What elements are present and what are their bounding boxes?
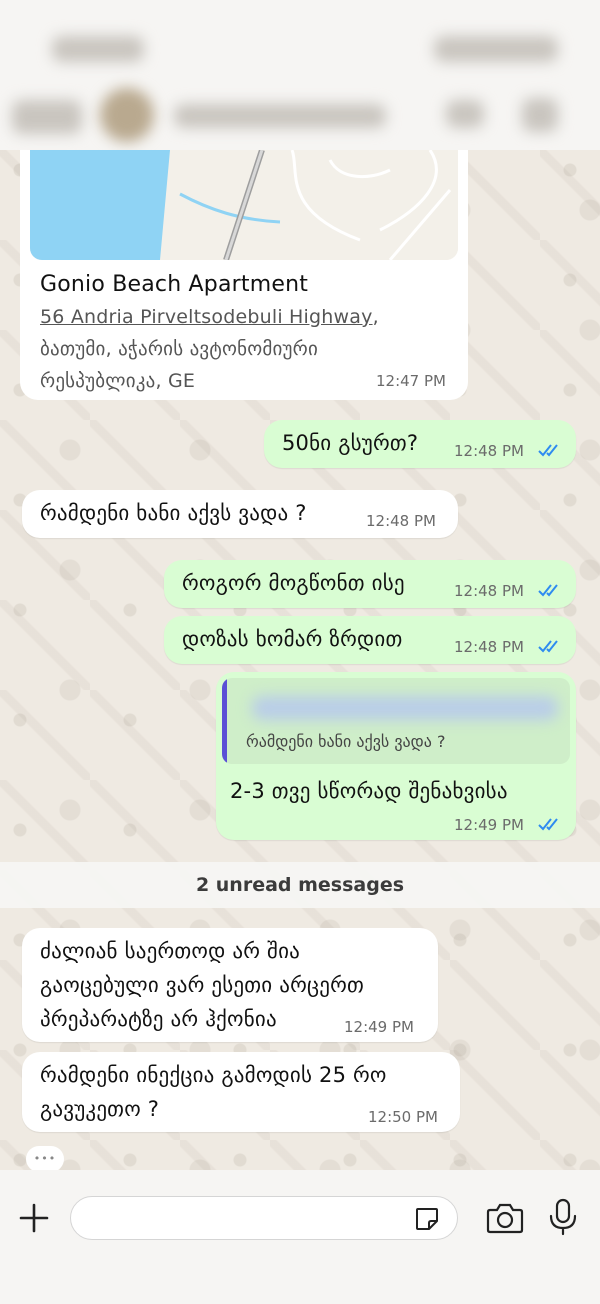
location-name: Gonio Beach Apartment	[40, 272, 309, 297]
location-map[interactable]	[30, 150, 458, 260]
unread-messages-divider: 2 unread messages	[0, 862, 600, 908]
message-text: რამდენი ხანი აქვს ვადა ?	[40, 501, 307, 525]
message-time: 12:49 PM	[454, 816, 524, 834]
double-check-icon	[538, 640, 558, 653]
plus-icon[interactable]	[18, 1202, 50, 1234]
location-address-line3: რესპუბლიკა, GE	[40, 370, 196, 392]
message-text-line: გაოცებული ვარ ესეთი არცერთ	[40, 973, 365, 997]
message-text-line: პრეპარატზე არ ჰქონია	[40, 1007, 277, 1031]
message-text-line: გავუკეთო ?	[40, 1097, 160, 1121]
message-text: 2-3 თვე სწორად შენახვისა	[230, 779, 508, 803]
message-text-line: რამდენი ინექცია გამოდის 25 რო	[40, 1063, 387, 1087]
composer-bar	[0, 1170, 600, 1304]
sticker-icon[interactable]	[414, 1206, 440, 1232]
message-text: 50ნი გსურთ?	[282, 431, 419, 455]
message-time: 12:48 PM	[454, 442, 524, 460]
message-input[interactable]	[70, 1196, 458, 1240]
message-text-line: ძალიან საერთოდ არ შია	[40, 939, 301, 963]
message-time: 12:48 PM	[454, 582, 524, 600]
outgoing-message[interactable]: როგორ მოგწონთ ისე 12:48 PM	[164, 560, 576, 608]
camera-icon[interactable]	[486, 1202, 524, 1234]
message-time: 12:47 PM	[376, 372, 446, 390]
message-time: 12:48 PM	[366, 512, 436, 530]
chat-header	[0, 80, 600, 150]
address-link[interactable]: 56 Andria Pirveltsodebuli Highway	[40, 306, 373, 328]
reply-quote-bar	[222, 678, 227, 764]
video-call-icon[interactable]	[446, 100, 484, 128]
typing-dots: •••	[33, 1152, 57, 1165]
outgoing-reply-message[interactable]: რამდენი ხანი აქვს ვადა ? 2-3 თვე სწორად …	[216, 672, 576, 840]
message-text: როგორ მოგწონთ ისე	[182, 571, 405, 595]
reply-quote[interactable]: რამდენი ხანი აქვს ვადა ?	[222, 678, 570, 764]
status-icons-blurred	[434, 36, 558, 62]
message-time: 12:48 PM	[454, 638, 524, 656]
location-message[interactable]: Gonio Beach Apartment 56 Andria Pirvelts…	[20, 150, 468, 400]
double-check-icon	[538, 444, 558, 457]
typing-indicator: •••	[26, 1146, 64, 1172]
status-bar	[0, 0, 600, 80]
reply-quote-text: რამდენი ხანი აქვს ვადა ?	[246, 732, 446, 751]
avatar[interactable]	[100, 88, 154, 142]
message-text: დოზას ხომარ ზრდით	[182, 627, 403, 651]
location-address-line1: 56 Andria Pirveltsodebuli Highway,	[40, 306, 379, 328]
incoming-message[interactable]: რამდენი ხანი აქვს ვადა ? 12:48 PM	[22, 490, 458, 538]
location-address-line2: ბათუმი, აჭარის ავტონომიური	[40, 338, 319, 360]
contact-name-blurred[interactable]	[174, 104, 386, 128]
back-button[interactable]	[12, 100, 82, 134]
microphone-icon[interactable]	[548, 1198, 578, 1236]
incoming-message[interactable]: რამდენი ინექცია გამოდის 25 რო გავუკეთო ?…	[22, 1052, 460, 1132]
outgoing-message[interactable]: დოზას ხომარ ზრდით 12:48 PM	[164, 616, 576, 664]
message-time: 12:50 PM	[368, 1108, 438, 1126]
outgoing-message[interactable]: 50ნი გსურთ? 12:48 PM	[264, 420, 576, 468]
double-check-icon	[538, 818, 558, 831]
call-icon[interactable]	[522, 98, 558, 132]
incoming-message[interactable]: ძალიან საერთოდ არ შია გაოცებული ვარ ესეთ…	[22, 928, 438, 1042]
status-time-blurred	[52, 36, 144, 62]
double-check-icon	[538, 584, 558, 597]
quoted-sender-blurred	[252, 696, 558, 720]
message-time: 12:49 PM	[344, 1018, 414, 1036]
